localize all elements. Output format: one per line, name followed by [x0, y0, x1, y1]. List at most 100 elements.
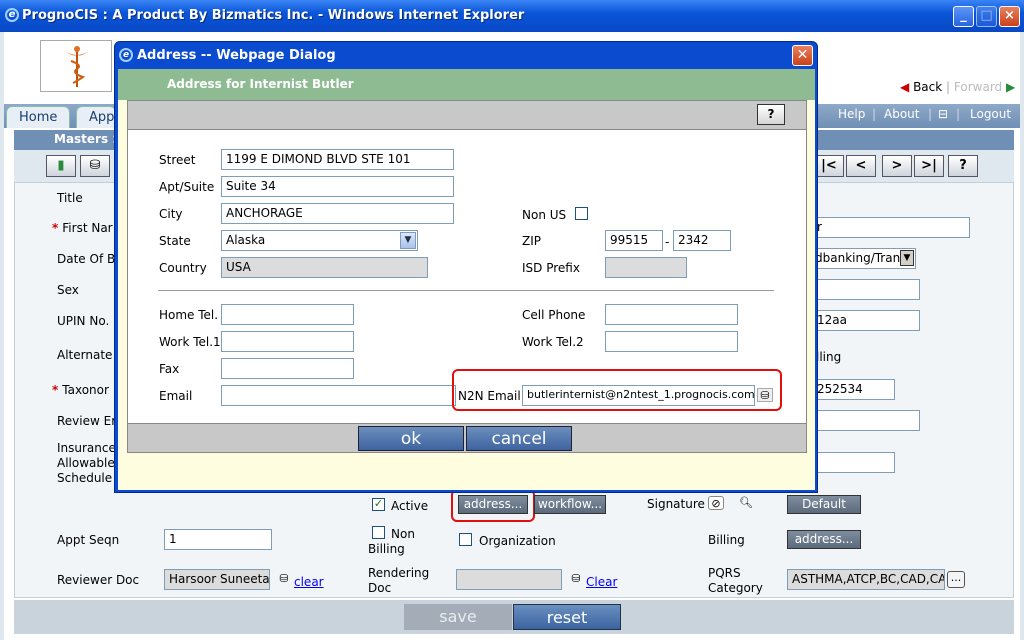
non-billing-label: Non — [391, 527, 415, 541]
close-button[interactable]: × — [999, 6, 1020, 27]
forward-arrow-icon[interactable]: ▶ — [1006, 80, 1015, 94]
pqrs-category-input[interactable]: ASTHMA,ATCP,BC,CAD,CAT — [787, 569, 945, 590]
appt-seqn-input[interactable]: 1 — [164, 529, 272, 550]
cell-phone-label: Cell Phone — [522, 308, 586, 322]
dialog-button-bar: ok cancel — [127, 423, 807, 453]
work-tel1-input[interactable] — [221, 331, 354, 352]
pqrs-category-label: Category — [708, 581, 763, 595]
back-arrow-icon[interactable]: ◀ — [900, 80, 909, 94]
schedule-label: Schedule — [57, 471, 113, 485]
sex-input[interactable] — [812, 279, 920, 300]
dialog-close-button[interactable]: ✕ — [792, 45, 813, 66]
organization-checkbox[interactable] — [459, 533, 472, 546]
dialog-titlebar: e Address -- Webpage Dialog ✕ — [115, 42, 817, 69]
taxonomy-label: * Taxonor — [52, 383, 109, 397]
apt-input[interactable]: Suite 34 — [221, 176, 454, 197]
last-record-button[interactable]: >| — [914, 155, 944, 177]
cell-phone-input[interactable] — [605, 304, 738, 325]
isd-prefix-label: ISD Prefix — [522, 261, 580, 275]
state-chevron-down-icon[interactable]: ▼ — [400, 232, 416, 249]
prev-record-button[interactable]: < — [846, 155, 876, 177]
first-record-button[interactable]: |< — [814, 155, 844, 177]
maximize-button[interactable]: □ — [976, 6, 997, 27]
workflow-button[interactable]: workflow... — [534, 495, 606, 514]
dialog-help-button[interactable]: ? — [757, 104, 785, 125]
isd-prefix-input[interactable] — [605, 257, 687, 278]
magnify-icon[interactable]: 🔍︎ — [738, 496, 754, 510]
cancel-button[interactable]: cancel — [466, 426, 572, 451]
taxonomy-input[interactable]: 252534 — [812, 379, 895, 400]
breadcrumb-masters[interactable]: Masters > — [54, 132, 122, 146]
back-link[interactable]: Back — [913, 80, 942, 94]
insurance-label: Insurance — [57, 441, 116, 455]
rendering-doc-input[interactable] — [456, 569, 562, 590]
zip-input[interactable]: 99515 — [605, 230, 663, 251]
upin-input[interactable]: 12aa — [812, 310, 920, 331]
help-link[interactable]: Help — [838, 107, 865, 121]
reviewer-clear-link[interactable]: clear — [294, 575, 324, 589]
chevron-down-icon[interactable]: ▼ — [900, 250, 914, 266]
about-link[interactable]: About — [884, 107, 919, 121]
apt-label: Apt/Suite — [159, 180, 215, 194]
billing-address-button[interactable]: address... — [787, 530, 861, 549]
ok-button[interactable]: ok — [358, 426, 464, 451]
work-tel1-label: Work Tel.1 — [159, 335, 221, 349]
upin-label: UPIN No. — [57, 314, 110, 328]
city-input[interactable]: ANCHORAGE — [221, 203, 454, 224]
pqrs-label: PQRS — [708, 566, 741, 580]
toolbar-help-button[interactable]: ? — [948, 155, 978, 177]
active-label: Active — [391, 499, 429, 513]
active-checkbox[interactable]: ✓ — [372, 498, 385, 511]
address-dialog: e Address -- Webpage Dialog ✕ Address fo… — [114, 41, 818, 493]
non-us-label: Non US — [522, 208, 567, 222]
country-input[interactable]: USA — [221, 257, 428, 278]
minimize-button[interactable]: _ — [953, 6, 974, 27]
state-label: State — [159, 234, 191, 248]
reset-button[interactable]: reset — [513, 604, 621, 630]
non-us-checkbox[interactable] — [575, 207, 588, 220]
fax-input[interactable] — [221, 358, 354, 379]
next-record-button[interactable]: > — [882, 155, 912, 177]
new-record-icon[interactable]: ▮ — [46, 155, 76, 177]
ie-dialog-icon: e — [119, 48, 133, 62]
reviewer-search-icon[interactable]: ⛁ — [276, 572, 292, 586]
street-label: Street — [159, 153, 196, 167]
pqrs-more-button[interactable]: ... — [947, 571, 965, 588]
rendering-search-icon[interactable]: ⛁ — [568, 572, 584, 586]
caduceus-icon — [65, 46, 89, 87]
forward-link[interactable]: Forward — [954, 80, 1002, 94]
reviewer-doc-input[interactable]: Harsoor Suneeta — [164, 569, 270, 590]
street-input[interactable]: 1199 E DIMOND BLVD STE 101 — [221, 149, 454, 170]
insurance-input[interactable] — [812, 452, 895, 473]
logout-link[interactable]: Logout — [970, 107, 1011, 121]
address-form: Street 1199 E DIMOND BLVD STE 101 Apt/Su… — [127, 130, 807, 423]
state-select[interactable]: Alaska — [221, 230, 418, 251]
tab-app[interactable]: App — [76, 106, 116, 128]
binoculars-icon[interactable]: ⛁ — [80, 155, 110, 177]
city-label: City — [159, 207, 183, 221]
home-tel-input[interactable] — [221, 304, 354, 325]
ie-logo-icon: e — [5, 8, 19, 22]
save-button[interactable]: save — [404, 604, 512, 630]
attach-icon[interactable]: ⊘ — [708, 496, 724, 510]
email-input[interactable] — [221, 385, 456, 406]
tab-home[interactable]: Home — [6, 106, 71, 128]
allowable-label: Allowable — [57, 456, 115, 470]
default-button[interactable]: Default — [787, 495, 861, 514]
n2n-email-input[interactable]: butlerinternist@n2ntest_1.prognocis.com — [522, 385, 755, 406]
work-tel2-label: Work Tel.2 — [522, 335, 584, 349]
non-billing-checkbox[interactable] — [372, 526, 385, 539]
review-input[interactable] — [812, 410, 920, 431]
n2n-search-icon[interactable]: ⛁ — [757, 388, 773, 402]
lock-icon[interactable]: ⊟ — [938, 107, 948, 121]
rendering-clear-link[interactable]: Clear — [586, 575, 617, 589]
zip-ext-input[interactable]: 2342 — [673, 230, 731, 251]
first-name-input[interactable]: r — [812, 217, 970, 238]
address-highlight — [451, 489, 535, 522]
dob-label: Date Of Bi — [57, 252, 119, 266]
zip-label: ZIP — [522, 234, 541, 248]
fax-label: Fax — [159, 362, 180, 376]
work-tel2-input[interactable] — [605, 331, 738, 352]
browser-titlebar: e PrognoCIS : A Product By Bizmatics Inc… — [0, 0, 1024, 32]
reviewer-doc-label: Reviewer Doc — [57, 573, 140, 587]
